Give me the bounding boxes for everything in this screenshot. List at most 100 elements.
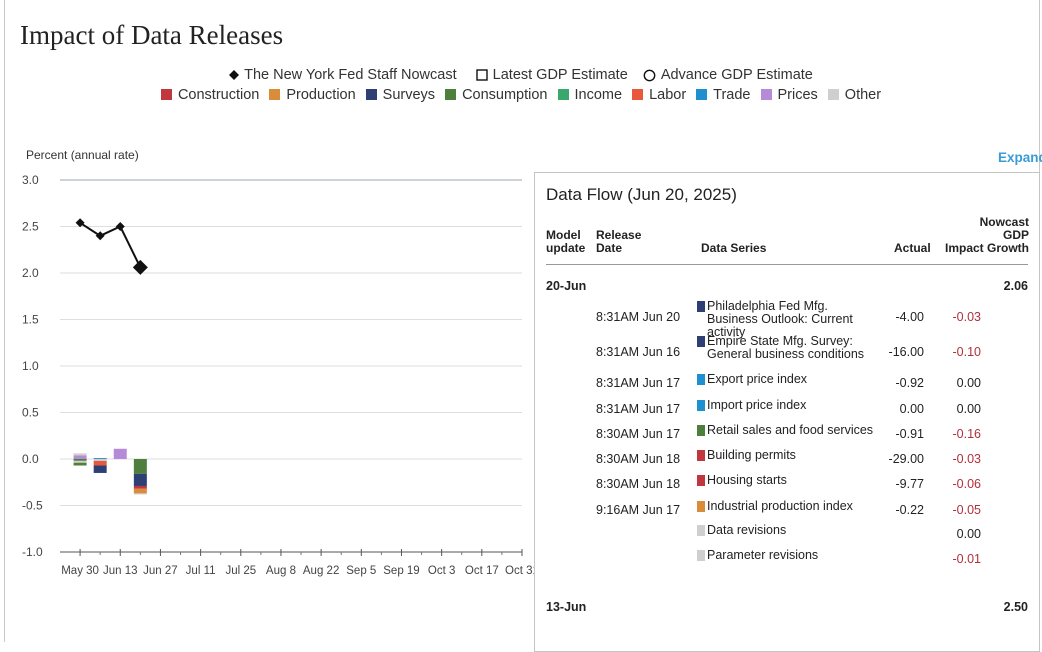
impact-bar-surveys (93, 465, 107, 473)
data-series[interactable]: Data revisions (697, 524, 882, 537)
y-tick-label: 0.5 (22, 406, 39, 420)
actual-value: -9.77 (895, 477, 925, 491)
group-nowcast: 2.50 (1003, 600, 1028, 614)
x-tick-label: Sep 19 (383, 565, 419, 577)
legend-label: Construction (177, 87, 260, 103)
data-series[interactable]: Building permits (697, 449, 882, 462)
category-swatch (697, 550, 705, 561)
release-date: 8:31AM Jun 20 (596, 310, 681, 324)
data-flow-title: Data Flow (Jun 20, 2025) (546, 185, 737, 204)
category-swatch (697, 374, 705, 385)
release-date: 8:30AM Jun 18 (596, 452, 681, 466)
legend-income[interactable]: Income (557, 87, 623, 103)
header-data-series: Data Series (701, 241, 767, 255)
x-tick-label: May 30 (61, 565, 99, 577)
actual-value: -16.00 (888, 345, 924, 359)
impact-value: -0.10 (952, 345, 982, 359)
legend-labor[interactable]: Labor (632, 87, 686, 103)
category-swatch (697, 475, 705, 486)
impact-value: -0.01 (952, 552, 982, 566)
data-series[interactable]: Import price index (697, 399, 882, 412)
header-model-update: Model update (546, 228, 586, 255)
y-tick-label: 3.0 (22, 173, 39, 187)
y-tick-label: 1.5 (22, 313, 39, 327)
impact-value: -0.16 (952, 427, 982, 441)
legend-construction[interactable]: Construction (160, 87, 260, 103)
impact-bar-labor (93, 460, 107, 466)
category-swatch (697, 425, 705, 436)
data-series[interactable]: Empire State Mfg. Survey: General busine… (697, 335, 882, 361)
impact-bar-trade (93, 458, 107, 460)
data-series-label: Parameter revisions (707, 548, 819, 562)
impact-bar-other (93, 459, 107, 461)
x-tick-label: Jun 13 (103, 565, 138, 577)
data-flow-panel: Data Flow (Jun 20, 2025) Model update Re… (534, 172, 1040, 652)
header-divider (546, 264, 1028, 265)
x-tick-label: Aug 8 (266, 565, 296, 577)
header-release-date: Release Date (596, 228, 642, 255)
release-date: 8:31AM Jun 16 (596, 345, 681, 359)
impact-bar-other (73, 460, 87, 463)
actual-value: -29.00 (888, 452, 924, 466)
circle-outline-icon (643, 69, 656, 82)
x-tick-label: Oct 31 (505, 565, 534, 577)
actual-value: -4.00 (895, 310, 925, 324)
data-series-label: Industrial production index (707, 499, 853, 513)
legend-consumption[interactable]: Consumption (445, 87, 548, 103)
release-date: 8:31AM Jun 17 (596, 376, 681, 390)
data-series[interactable]: Industrial production index (697, 500, 882, 513)
impact-bar-prices (73, 455, 87, 459)
actual-value: -0.91 (895, 427, 925, 441)
data-series[interactable]: Housing starts (697, 474, 882, 487)
legend-label: Income (574, 87, 623, 103)
legend-other[interactable]: Other (827, 87, 882, 103)
data-series-label: Export price index (707, 372, 808, 386)
legend-swatch (269, 89, 281, 100)
release-date: 8:31AM Jun 17 (596, 402, 681, 416)
y-tick-label: 2.5 (22, 220, 39, 234)
x-tick-label: Jun 27 (143, 565, 178, 577)
data-series-label: Retail sales and food services (707, 423, 874, 437)
expand-link[interactable]: Expand (998, 150, 1042, 165)
legend-prices[interactable]: Prices (760, 87, 818, 103)
legend-swatch (160, 89, 172, 100)
data-series-label: Import price index (707, 398, 807, 412)
y-tick-label: 2.0 (22, 266, 39, 280)
data-series-label: Data revisions (707, 523, 787, 537)
impact-bar-production (133, 488, 147, 494)
legend-label: Labor (649, 87, 687, 103)
legend-surveys[interactable]: Surveys (365, 87, 435, 103)
x-tick-label: Oct 3 (428, 565, 455, 577)
impact-chart: 3.0 2.5 2.0 1.5 1.0 0.5 0.0 -0.5 -1.0 May 30 Jun 1… (22, 173, 534, 577)
legend-label: Other (844, 87, 882, 103)
legend-latest-gdp[interactable]: Latest GDP Estimate (475, 67, 628, 83)
nowcast-line (79, 221, 142, 268)
category-swatch (697, 301, 705, 312)
page-title: Impact of Data Releases (20, 20, 284, 50)
header-nowcast: Nowcast GDP Growth (979, 215, 1029, 255)
release-date: 8:30AM Jun 18 (596, 477, 681, 491)
data-series[interactable]: Retail sales and food services (697, 424, 882, 437)
x-tick-label: Jul 11 (186, 565, 216, 577)
group-nowcast: 2.06 (1003, 279, 1028, 293)
nowcast-point (115, 222, 125, 231)
impact-bar-other (73, 453, 87, 456)
actual-value: 0.00 (899, 402, 924, 416)
group-model-update: 20-Jun (546, 279, 587, 293)
legend-nowcast[interactable]: The New York Fed Staff Nowcast (229, 67, 457, 83)
actual-value: -0.22 (895, 503, 925, 517)
impact-bar-prices (113, 448, 127, 459)
x-tick-label: Oct 17 (465, 565, 499, 577)
data-series[interactable]: Export price index (697, 373, 882, 386)
legend-label: Latest GDP Estimate (492, 67, 628, 83)
x-tick-label: Jul 25 (225, 565, 256, 577)
legend-advance-gdp[interactable]: Advance GDP Estimate (643, 67, 813, 83)
data-series[interactable]: Parameter revisions (697, 549, 882, 562)
legend-trade[interactable]: Trade (696, 87, 751, 103)
y-tick-label: 1.0 (22, 359, 39, 373)
legend-label: Production (286, 87, 356, 103)
impact-bar-other (133, 493, 147, 495)
legend-swatch (445, 89, 457, 100)
legend-production[interactable]: Production (269, 87, 356, 103)
impact-value: 0.00 (956, 402, 981, 416)
